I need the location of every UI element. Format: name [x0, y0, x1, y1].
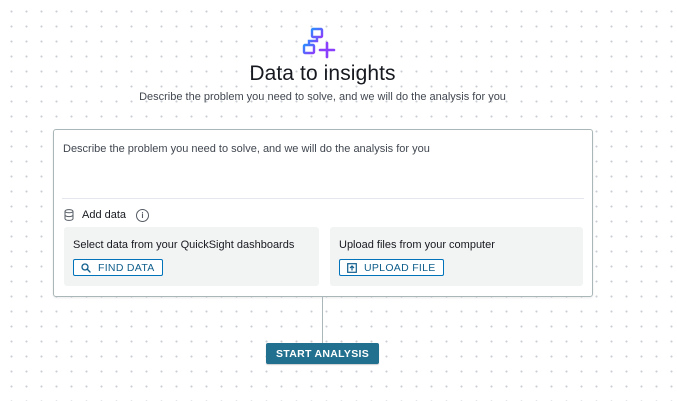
- upload-icon: [347, 262, 357, 273]
- search-icon: [81, 262, 91, 273]
- analysis-input-panel: Describe the problem you need to solve, …: [53, 129, 593, 297]
- add-data-label: Add data: [82, 209, 127, 221]
- connector-line: [322, 296, 323, 343]
- upload-file-title: Upload files from your computer: [339, 239, 495, 251]
- start-analysis-button[interactable]: START ANALYSIS: [266, 343, 379, 364]
- problem-description-input[interactable]: Describe the problem you need to solve, …: [63, 143, 430, 155]
- dashboard-data-title: Select data from your QuickSight dashboa…: [73, 239, 295, 251]
- info-icon[interactable]: i: [136, 208, 150, 222]
- find-data-button[interactable]: FIND DATA: [73, 259, 163, 276]
- upload-file-button[interactable]: UPLOAD FILE: [339, 259, 444, 276]
- divider: [62, 198, 584, 199]
- find-data-label: FIND DATA: [98, 261, 155, 274]
- upload-file-card: Upload files from your computer UPLOAD F…: [330, 227, 583, 286]
- page-title: Data to insights: [249, 62, 396, 85]
- database-icon: [64, 209, 74, 221]
- add-data-header: Add data i: [64, 208, 150, 222]
- dashboard-data-card: Select data from your QuickSight dashboa…: [64, 227, 319, 286]
- upload-file-label: UPLOAD FILE: [364, 261, 436, 274]
- page-subtitle: Describe the problem you need to solve, …: [139, 91, 506, 103]
- workflow-plus-icon: [302, 27, 336, 59]
